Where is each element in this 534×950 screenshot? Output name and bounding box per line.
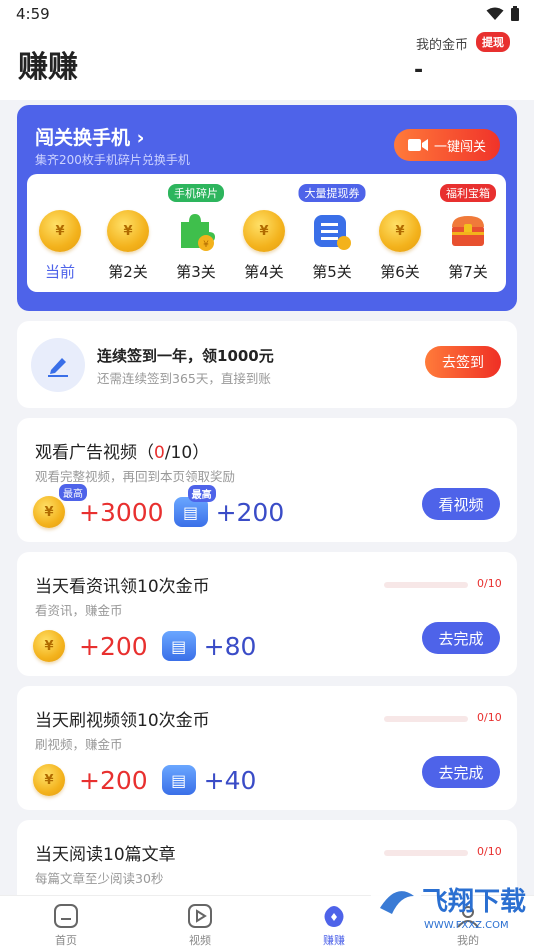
tab-label: 视频 [189,934,211,947]
task-title: 当天阅读10篇文章 [35,845,176,865]
coin-reward: +200 [79,765,148,795]
signin-subtitle: 还需连续签到365天，直接到账 [97,371,271,386]
signin-button[interactable]: 去签到 [425,346,501,378]
task-subtitle: 刷视频，赚金币 [35,737,123,752]
welfare-chest-tag: 福利宝箱 [440,184,496,202]
gold-coin-icon: ¥ [33,764,65,796]
task-progress-text: 0/10 [477,845,502,858]
level-item-3[interactable]: 手机碎片 ¥ 第3关 [166,174,226,292]
gold-coin-icon: ¥ [33,496,65,528]
tab-label: 首页 [55,934,77,947]
watch-video-button[interactable]: 看视频 [422,488,500,520]
tab-video[interactable]: 视频 [160,902,240,948]
task-progress-text: 0/10 [477,711,502,724]
svg-text:WWW.FXXZ.COM: WWW.FXXZ.COM [424,920,509,931]
page-header: 赚赚 我的金币 提现 - [0,28,534,100]
status-icons [486,6,520,22]
task-rewards: ¥ +200 ▤ +80 [33,630,256,662]
level-label: 第5关 [312,263,352,281]
level-item-2[interactable]: ¥ 第2关 [98,174,158,292]
video-camera-icon [407,139,428,151]
status-bar: 4:59 [0,0,534,28]
task-progress-text: 0/10 [477,577,502,590]
task-card-watch-ads: 观看广告视频（0/10） 观看完整视频，再回到本页领取奖励 ¥ 最高 +3000… [17,418,517,542]
my-coins-label: 我的金币 [416,38,469,53]
task-rewards: ¥ +200 ▤ +40 [33,764,256,796]
task-progress-bar [384,716,468,722]
watermark: 飞翔下载 WWW.FXXZ.COM [366,862,526,942]
level-label: 第6关 [380,263,420,281]
task-progress-bar [384,850,468,856]
gold-coin-icon: ¥ [379,210,421,252]
tab-home[interactable]: 首页 [26,902,106,948]
level-label: 第7关 [448,263,488,281]
signin-card: 连续签到一年，领1000元 还需连续签到365天，直接到账 去签到 [17,321,517,408]
ticket-reward: +200 [215,497,285,527]
one-click-label: 一键闯关 [433,139,486,155]
tab-earn[interactable]: 赚赚 [294,902,374,948]
task-subtitle: 观看完整视频，再回到本页领取奖励 [35,469,236,484]
page-title: 赚赚 [18,50,78,85]
level-label: 第2关 [108,263,148,281]
task-card-news: 当天看资讯领10次金币 看资讯，赚金币 0/10 ¥ +200 ▤ +80 去完… [17,552,517,676]
pen-icon [31,338,85,392]
level-item-4[interactable]: ¥ 第4关 [234,174,294,292]
wifi-icon [486,7,504,20]
cash-ticket-icon: ▤ 最高 [173,485,216,527]
task-rewards: ¥ 最高 +3000 ▤ 最高 +200 [33,484,285,528]
watermark-logo: 飞翔下载 WWW.FXXZ.COM [370,876,526,931]
cash-ticket-icon: ▤ [161,631,196,661]
level-card-subtitle: 集齐200枚手机碎片兑换手机 [35,153,190,167]
level-item-current[interactable]: ¥ 当前 [30,174,90,292]
gold-coin-icon: ¥ [33,630,65,662]
signin-title: 连续签到一年，领1000元 [97,347,274,365]
gold-coin-icon: ¥ [39,210,81,252]
complete-button[interactable]: 去完成 [422,622,500,654]
level-item-7[interactable]: 福利宝箱 第7关 [438,174,498,292]
max-badge: 最高 [187,485,216,502]
cash-ticket-icon [311,210,353,252]
treasure-chest-icon [447,210,489,252]
withdraw-button[interactable]: 提现 [476,32,510,52]
puzzle-piece-icon: ¥ [175,210,217,252]
ticket-reward: +80 [203,631,257,661]
task-subtitle: 每篇文章至少阅读30秒 [35,871,164,886]
level-label: 当前 [44,263,75,281]
svg-text:飞翔下载: 飞翔下载 [422,887,526,917]
status-time: 4:59 [16,5,50,23]
svg-text:¥: ¥ [203,240,209,250]
task-progress-bar [384,582,468,588]
level-item-6[interactable]: ¥ 第6关 [370,174,430,292]
ticket-reward: +40 [203,765,257,795]
level-challenge-card[interactable]: 闯关换手机 › 集齐200枚手机碎片兑换手机 一键闯关 ¥ 当前 ¥ 第2关 手… [17,105,517,311]
level-label: 第4关 [244,263,284,281]
coin-reward: +3000 [79,497,164,527]
phone-fragment-tag: 手机碎片 [168,184,224,202]
cash-ticket-icon: ▤ [161,765,196,795]
gold-coin-icon: ¥ [107,210,149,252]
task-title: 当天看资讯领10次金币 [35,577,210,597]
battery-icon [511,6,519,21]
my-coins-value: - [414,58,424,83]
chevron-right-icon: › [136,127,145,149]
level-label: 第3关 [176,263,216,281]
level-track: ¥ 当前 ¥ 第2关 手机碎片 ¥ 第3关 ¥ 第4关 大量提现券 第5关 ¥ [27,174,506,292]
tab-label: 赚赚 [323,934,345,947]
gold-coin-icon: ¥ [243,210,285,252]
play-icon [188,904,212,928]
task-card-videos: 当天刷视频领10次金币 刷视频，赚金币 0/10 ¥ +200 ▤ +40 去完… [17,686,517,810]
earn-icon [324,906,344,927]
task-title: 当天刷视频领10次金币 [35,711,210,731]
home-icon [54,904,78,928]
coin-reward: +200 [79,631,148,661]
level-card-title[interactable]: 闯关换手机 › [35,123,144,150]
task-subtitle: 看资讯，赚金币 [35,603,123,618]
task-title: 观看广告视频（0/10） [35,443,210,463]
complete-button[interactable]: 去完成 [422,756,500,788]
one-click-challenge-button[interactable]: 一键闯关 [394,129,500,161]
cash-ticket-tag: 大量提现券 [298,184,366,202]
max-badge: 最高 [59,484,87,501]
level-item-5[interactable]: 大量提现券 第5关 [298,174,366,292]
